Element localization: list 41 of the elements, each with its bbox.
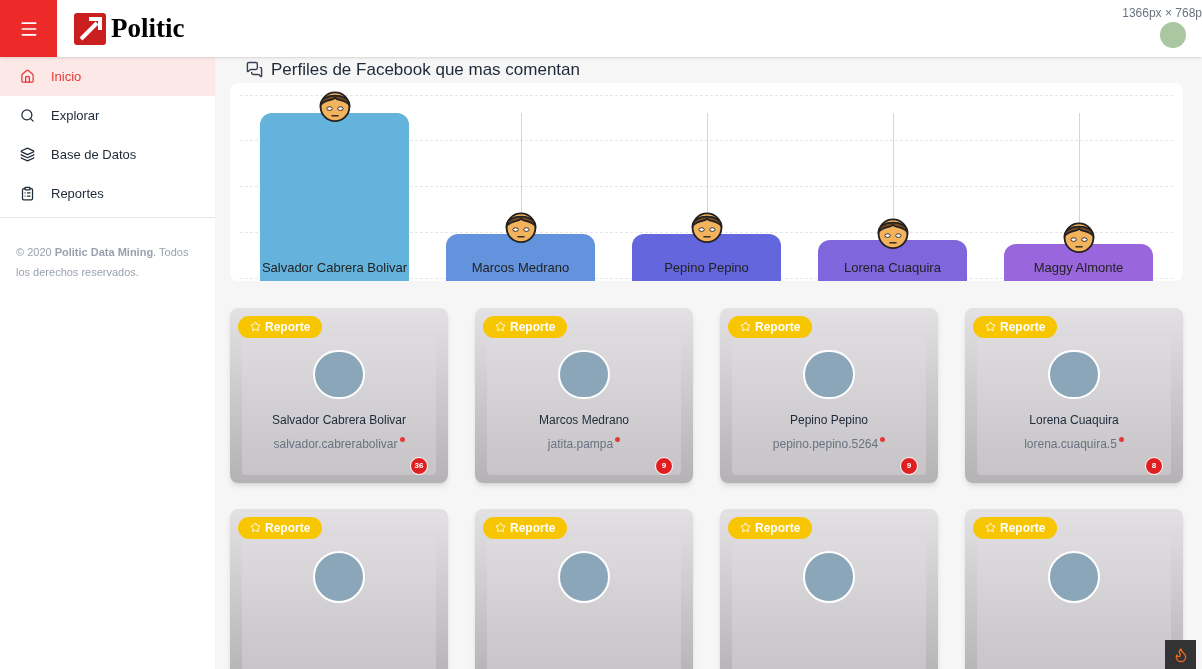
bar-label: Lorena Cuaquira [844, 259, 941, 277]
report-badge[interactable]: Reporte [483, 315, 568, 338]
bar-label: Pepino Pepino [664, 259, 749, 277]
profile-card[interactable]: Reporte [230, 508, 448, 669]
count-badge: 36 [410, 456, 428, 475]
profile-username: pepino.pepino.5264 [772, 435, 879, 453]
profile-card[interactable]: Reporte Marcos Medrano jatita.pampa 9 [475, 307, 693, 483]
copyright-text: © 2020 Politic Data Mining. Todos los derechos reservados. [16, 245, 190, 280]
count-badge: 9 [900, 456, 918, 475]
profile-card[interactable]: Reporte Lorena Cuaquira lorena.cuaquira.5 8 [965, 307, 1183, 483]
brand-name: Politic [111, 12, 185, 46]
bar-label: Salvador Cabrera Bolivar [261, 259, 408, 277]
profile-username: salvador.cabrerabolivar [273, 435, 398, 453]
bar-label: Maggy Almonte [1033, 259, 1124, 277]
profile-name: Pepino Pepino [789, 411, 869, 429]
section-title: Perfiles de Facebook que mas comentan [271, 59, 580, 81]
bar-label: Marcos Medrano [471, 259, 570, 277]
profile-card[interactable]: Reporte [720, 508, 938, 669]
profile-username: jatita.pampa [547, 435, 614, 453]
sidebar-item[interactable]: Explorar [0, 96, 215, 135]
report-badge[interactable]: Reporte [728, 516, 813, 539]
profile-name: Salvador Cabrera Bolivar [271, 411, 407, 429]
profile-card[interactable]: Reporte [965, 508, 1183, 669]
profile-name: Marcos Medrano [538, 411, 629, 429]
profile-card[interactable]: Reporte Pepino Pepino pepino.pepino.5264 9 [720, 307, 938, 483]
count-badge: 9 [655, 456, 673, 475]
profile-name: Lorena Cuaquira [1029, 411, 1119, 429]
report-badge[interactable]: Reporte [973, 516, 1058, 539]
report-badge[interactable]: Reporte [238, 315, 323, 338]
report-badge[interactable]: Reporte [483, 516, 568, 539]
count-badge: 8 [1145, 456, 1163, 475]
report-badge[interactable]: Reporte [728, 315, 813, 338]
sidebar-item[interactable]: Base de Datos [0, 135, 215, 174]
sidebar-item[interactable]: Reportes [0, 174, 215, 213]
resolution-label: 1366px × 768p [1122, 5, 1202, 22]
profile-username: lorena.cuaquira.5 [1024, 435, 1117, 453]
report-badge[interactable]: Reporte [973, 315, 1058, 338]
sidebar-item[interactable]: Inicio [0, 57, 215, 96]
profile-card[interactable]: Reporte [475, 508, 693, 669]
report-badge[interactable]: Reporte [238, 516, 323, 539]
profile-card[interactable]: Reporte Salvador Cabrera Bolivar salvador.cabrerabolivar 36 [230, 307, 448, 483]
